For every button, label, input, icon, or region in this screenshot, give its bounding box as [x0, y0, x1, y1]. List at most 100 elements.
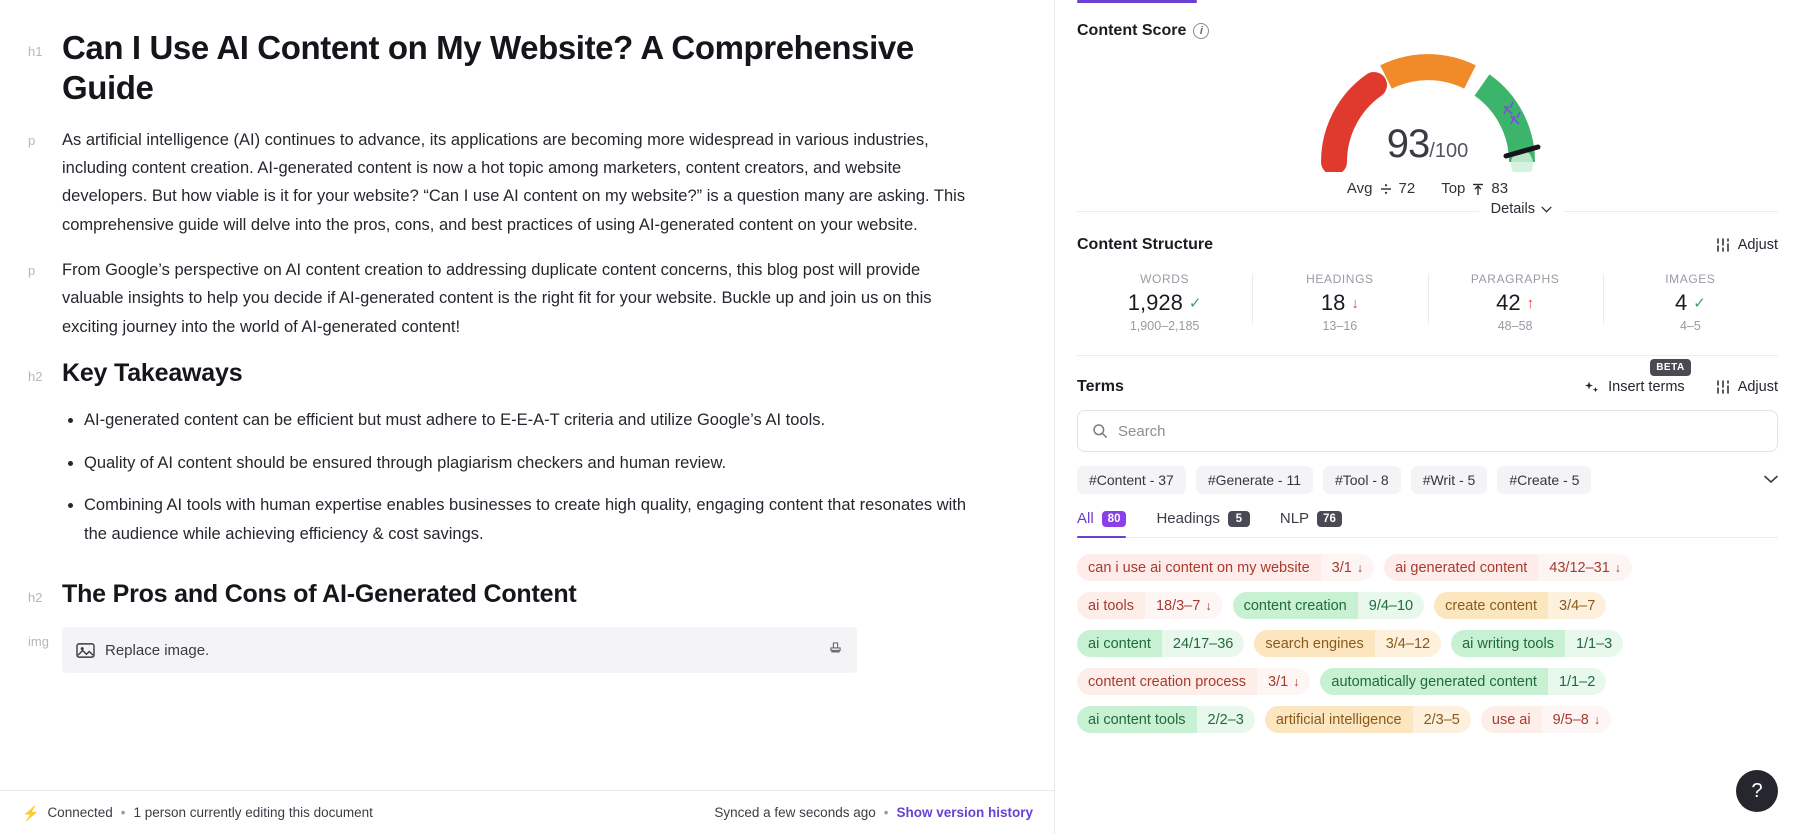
- gauge-legend: Avg 72 Top 83: [1347, 180, 1508, 197]
- term-chip[interactable]: search engines 3/4–12: [1254, 630, 1442, 657]
- arrow-up-icon: ↑: [1526, 294, 1535, 312]
- document-block-h2-key-takeaways[interactable]: h2 Key Takeaways: [28, 358, 974, 389]
- stat-paragraphs: PARAGRAPHS 42 ↑ 48–58: [1427, 272, 1603, 333]
- list-item[interactable]: AI-generated content can be efficient bu…: [84, 406, 974, 434]
- document-block-image[interactable]: img Replace image.: [28, 627, 974, 674]
- divide-icon: [1380, 183, 1391, 194]
- term-chip[interactable]: artificial intelligence 2/3–5: [1264, 706, 1471, 733]
- stat-headings: HEADINGS 18 ↓ 13–16: [1252, 272, 1427, 333]
- section-heading[interactable]: Key Takeaways: [62, 358, 974, 389]
- term-name: artificial intelligence: [1264, 706, 1413, 733]
- info-icon[interactable]: i: [1193, 23, 1210, 39]
- hash-chip-generate[interactable]: #Generate - 11: [1195, 466, 1313, 494]
- check-icon: ✓: [1188, 295, 1202, 312]
- list-item[interactable]: Quality of AI content should be ensured …: [84, 449, 974, 477]
- details-button[interactable]: Details: [1478, 197, 1564, 221]
- content-score-denominator: /100: [1429, 140, 1469, 162]
- editor-status-bar: ⚡ Connected • 1 person currently editing…: [0, 790, 1054, 834]
- terms-tabs: All 80 Headings 5 NLP 76: [1077, 510, 1778, 538]
- content-score-title: Content Score: [1077, 22, 1187, 39]
- terms-title: Terms: [1077, 378, 1124, 395]
- document-body[interactable]: h1 Can I Use AI Content on My Website? A…: [0, 0, 1054, 674]
- document-editor[interactable]: h1 Can I Use AI Content on My Website? A…: [0, 0, 1055, 834]
- block-tag-empty: [28, 406, 62, 414]
- show-version-history-link[interactable]: Show version history: [896, 805, 1033, 820]
- term-count: 43/12–31 ↓: [1538, 554, 1633, 581]
- term-chip[interactable]: content creation 9/4–10: [1232, 592, 1425, 619]
- active-tab-indicator: [1077, 0, 1197, 3]
- document-block-list[interactable]: AI-generated content can be efficient bu…: [28, 406, 974, 562]
- term-name: ai tools: [1077, 592, 1145, 619]
- term-chip[interactable]: create content 3/4–7: [1434, 592, 1607, 619]
- term-chip[interactable]: use ai 9/5–8 ↓: [1480, 706, 1612, 733]
- stamp-icon[interactable]: [828, 640, 843, 660]
- hash-chip-create[interactable]: #Create - 5: [1497, 466, 1592, 494]
- expand-hashtags-chevron-down-icon[interactable]: [1764, 471, 1778, 489]
- term-chip[interactable]: ai content 24/17–36: [1077, 630, 1245, 657]
- term-count-value: 9/4–10: [1368, 597, 1414, 614]
- section-heading[interactable]: The Pros and Cons of AI-Generated Conten…: [62, 579, 974, 610]
- term-count-value: 3/4–7: [1559, 597, 1596, 614]
- takeaways-list[interactable]: AI-generated content can be efficient bu…: [62, 406, 974, 548]
- search-input[interactable]: [1118, 422, 1763, 440]
- paragraph-text[interactable]: From Google’s perspective on AI content …: [62, 256, 974, 341]
- stat-label: WORDS: [1140, 272, 1190, 286]
- terms-list: can i use ai content on my website 3/1 ↓ ai…: [1077, 554, 1778, 733]
- stat-value: 1,928: [1127, 290, 1183, 315]
- stat-range: 1,900–2,185: [1129, 319, 1200, 333]
- term-name: automatically generated content: [1320, 668, 1548, 695]
- tab-all[interactable]: All 80: [1077, 510, 1127, 538]
- document-block-paragraph-1[interactable]: p As artificial intelligence (AI) contin…: [28, 126, 974, 240]
- term-count-value: 3/4–12: [1385, 635, 1431, 652]
- content-structure-adjust-button[interactable]: Adjust: [1715, 237, 1778, 253]
- insert-terms-button[interactable]: BETA Insert terms: [1584, 359, 1691, 395]
- document-block-paragraph-2[interactable]: p From Google’s perspective on AI conten…: [28, 256, 974, 341]
- term-chip[interactable]: can i use ai content on my website 3/1 ↓: [1077, 554, 1375, 581]
- tab-nlp[interactable]: NLP 76: [1280, 510, 1342, 537]
- paragraph-text[interactable]: As artificial intelligence (AI) continue…: [62, 126, 974, 240]
- hash-chip-writ[interactable]: #Writ - 5: [1410, 466, 1488, 494]
- content-structure-stats: WORDS 1,928 ✓ 1,900–2,185 HEADINGS 18 ↓ …: [1077, 272, 1778, 356]
- term-count: 3/4–12: [1374, 630, 1442, 657]
- tab-label: All: [1077, 510, 1094, 527]
- term-chip[interactable]: ai generated content 43/12–31 ↓: [1384, 554, 1633, 581]
- adjust-label: Adjust: [1737, 379, 1778, 395]
- avg-score: Avg 72: [1347, 180, 1415, 197]
- tab-headings[interactable]: Headings 5: [1156, 510, 1250, 537]
- page-title[interactable]: Can I Use AI Content on My Website? A Co…: [62, 28, 974, 109]
- insert-terms-label: Insert terms: [1608, 379, 1685, 395]
- details-label: Details: [1490, 201, 1535, 217]
- arrow-down-icon: ↓: [1351, 294, 1359, 312]
- document-block-h2-pros-cons[interactable]: h2 The Pros and Cons of AI-Generated Con…: [28, 579, 974, 610]
- hash-chip-tool[interactable]: #Tool - 8: [1322, 466, 1401, 494]
- term-chip[interactable]: content creation process 3/1 ↓: [1077, 668, 1311, 695]
- term-count: 24/17–36: [1161, 630, 1245, 657]
- image-placeholder[interactable]: Replace image.: [62, 627, 857, 674]
- term-chip[interactable]: ai writing tools 1/1–3: [1451, 630, 1624, 657]
- term-count: 9/4–10: [1357, 592, 1425, 619]
- content-structure-title: Content Structure: [1077, 236, 1213, 253]
- term-name: create content: [1434, 592, 1549, 619]
- list-item[interactable]: Combining AI tools with human expertise …: [84, 491, 974, 548]
- stat-images: IMAGES 4 ✓ 4–5: [1602, 272, 1778, 333]
- terms-search-box[interactable]: [1077, 410, 1778, 452]
- block-tag-p: p: [28, 132, 36, 148]
- term-chip[interactable]: ai tools 18/3–7 ↓: [1077, 592, 1223, 619]
- term-count-value: 24/17–36: [1172, 635, 1234, 652]
- term-chip[interactable]: ai content tools 2/2–3: [1077, 706, 1255, 733]
- tab-label: Headings: [1156, 510, 1220, 527]
- document-block-h1[interactable]: h1 Can I Use AI Content on My Website? A…: [28, 28, 974, 109]
- terms-adjust-button[interactable]: Adjust: [1715, 379, 1778, 395]
- hash-chip-content[interactable]: #Content - 37: [1077, 466, 1186, 494]
- term-count-value: 43/12–31: [1549, 559, 1610, 576]
- term-count: 18/3–7 ↓: [1144, 592, 1223, 619]
- help-button[interactable]: ?: [1736, 770, 1778, 812]
- status-separator: •: [120, 805, 126, 820]
- term-chip[interactable]: automatically generated content 1/1–2: [1320, 668, 1607, 695]
- tab-label: NLP: [1279, 510, 1310, 527]
- term-name: ai writing tools: [1451, 630, 1565, 657]
- adjust-label: Adjust: [1737, 237, 1778, 253]
- arrow-down-icon: ↓: [1593, 712, 1601, 727]
- top-score: Top 83: [1441, 180, 1508, 197]
- block-tag-h1: h1: [28, 44, 43, 59]
